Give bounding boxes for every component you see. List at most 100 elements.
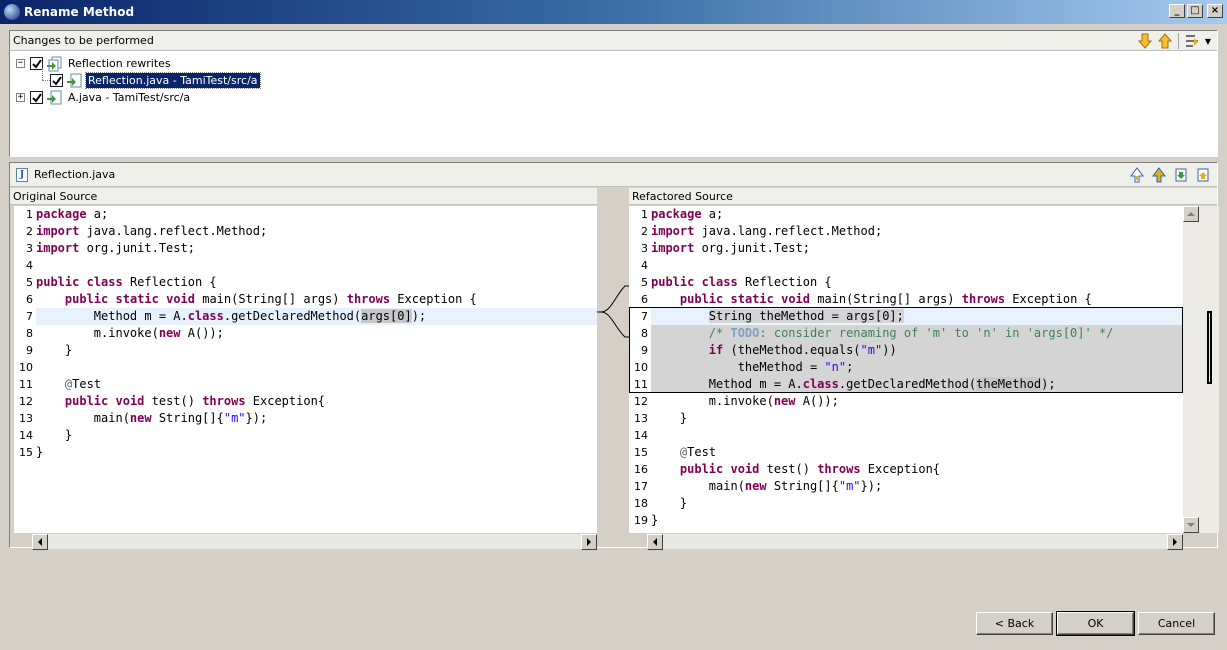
composite-change-icon [46, 56, 62, 72]
tree-item-label: Reflection.java - TamiTest/src/a [85, 72, 261, 89]
line-number: 11 [634, 378, 648, 391]
code-line: public static void main(String[] args) t… [64, 292, 477, 306]
next-difference-icon[interactable] [1173, 167, 1189, 183]
toolbar-separator [1177, 33, 1179, 49]
code-line: import java.lang.reflect.Method; [36, 224, 268, 238]
line-number: 14 [634, 429, 648, 442]
line-number: 5 [641, 276, 648, 289]
code-line: m.invoke(new A()); [36, 326, 224, 340]
tree-item-a-java[interactable]: + A.java - TamiTest/src/a [16, 89, 1217, 106]
compare-toolbar [1129, 167, 1211, 183]
code-line: /* TODO: consider renaming of 'm' to 'n'… [651, 325, 1183, 342]
code-line: } [36, 428, 73, 442]
minimize-button[interactable]: _ [1169, 4, 1185, 18]
line-number: 12 [634, 395, 648, 408]
line-number: 7 [26, 310, 33, 323]
code-line: Method m = A.class.getDeclaredMethod(arg… [36, 308, 597, 325]
original-source-editor[interactable]: 1 2 3 4 5 6 7 8 9 10 11 12 13 14 15 package a; import j… [14, 206, 597, 533]
line-number: 3 [26, 242, 33, 255]
java-file-icon: J [16, 167, 28, 182]
line-number-gutter: 1 2 3 4 5 6 7 8 9 10 11 12 13 14 15 [14, 206, 35, 533]
line-number: 11 [19, 378, 33, 391]
refactored-source-editor[interactable]: 1 2 3 4 5 6 7 8 9 10 11 12 13 14 15 16 17 18 19 package a;… [629, 206, 1183, 533]
tree-item-reflection-rewrites[interactable]: − Reflection rewrites [16, 55, 1217, 72]
window-title: Rename Method [24, 5, 135, 19]
copy-all-left-to-right-icon[interactable] [1129, 167, 1145, 183]
original-code-lines: package a; import java.lang.reflect.Metho… [36, 206, 597, 461]
expand-icon[interactable]: + [16, 93, 25, 102]
original-source-title: Original Source [10, 188, 597, 205]
code-line: } [651, 513, 659, 527]
back-button[interactable]: < Back [976, 612, 1053, 635]
line-number: 5 [26, 276, 33, 289]
scroll-left-icon[interactable] [647, 533, 663, 550]
code-line: } [651, 411, 688, 425]
code-line: import org.junit.Test; [651, 241, 810, 255]
line-number: 15 [634, 446, 648, 459]
line-number: 4 [641, 259, 648, 272]
refactored-code-lines: package a; import java.lang.reflect.Metho… [651, 206, 1183, 529]
line-number: 1 [26, 208, 33, 221]
scroll-up-icon[interactable] [1183, 206, 1199, 222]
line-number: 4 [26, 259, 33, 272]
code-line: m.invoke(new A()); [651, 394, 839, 408]
ok-button[interactable]: OK [1056, 611, 1135, 636]
code-line: } [36, 445, 44, 459]
code-line: main(new String[]{"m"}); [651, 479, 883, 493]
code-line: } [36, 343, 73, 357]
code-line: public void test() throws Exception{ [679, 462, 941, 476]
scroll-right-icon[interactable] [1167, 533, 1183, 550]
refactored-source-title: Refactored Source [629, 188, 1217, 205]
next-change-down-arrow-icon[interactable] [1137, 33, 1152, 49]
code-line: if (theMethod.equals("m")) [651, 342, 1183, 359]
compare-file-name: Reflection.java [34, 168, 116, 181]
maximize-button[interactable]: □ [1187, 4, 1203, 18]
checkbox-checked-icon[interactable] [50, 74, 63, 87]
code-line: public static void main(String[] args) t… [679, 292, 1092, 306]
tree-item-reflection-java[interactable]: Reflection.java - TamiTest/src/a [16, 68, 1217, 89]
collapse-icon[interactable]: − [16, 59, 25, 68]
code-line: public void test() throws Exception{ [64, 394, 326, 408]
changes-header: Changes to be performed ▼ [10, 31, 1217, 51]
code-line: main(new String[]{"m"}); [36, 411, 268, 425]
refactored-vertical-scrollbar[interactable] [1183, 206, 1199, 533]
cancel-button[interactable]: Cancel [1138, 612, 1215, 635]
scroll-down-icon[interactable] [1183, 517, 1199, 533]
tree-connector [42, 80, 50, 81]
checkbox-checked-icon[interactable] [30, 91, 43, 104]
overview-ruler-thumb[interactable] [1207, 311, 1212, 384]
view-menu-chevron-icon[interactable]: ▼ [1205, 37, 1211, 46]
line-number: 14 [19, 429, 33, 442]
diff-center-gutter [597, 188, 629, 533]
changes-panel: Changes to be performed ▼ − Reflection r… [9, 30, 1218, 157]
filter-icon[interactable] [1185, 33, 1199, 49]
tree-connector [42, 68, 43, 80]
scroll-right-icon[interactable] [581, 533, 597, 550]
file-change-icon [46, 90, 62, 106]
overview-ruler[interactable] [1199, 206, 1219, 533]
code-line: } [651, 496, 688, 510]
code-line: @Test [64, 377, 102, 391]
line-number: 12 [19, 395, 33, 408]
scroll-left-icon[interactable] [32, 533, 48, 550]
file-change-icon [66, 73, 82, 89]
close-button[interactable]: × [1207, 4, 1223, 18]
line-number: 7 [641, 310, 648, 323]
changes-header-label: Changes to be performed [13, 34, 154, 47]
code-line: public class Reflection { [651, 275, 832, 289]
line-number: 15 [19, 446, 33, 459]
changes-tree: − Reflection rewrites Reflection.java - … [10, 51, 1217, 106]
window-controls: _ □ × [1169, 4, 1223, 18]
previous-difference-icon[interactable] [1195, 167, 1211, 183]
tree-item-label: A.java - TamiTest/src/a [68, 91, 191, 104]
original-horizontal-scrollbar[interactable] [32, 533, 597, 550]
copy-current-change-icon[interactable] [1151, 167, 1167, 183]
previous-change-up-arrow-icon[interactable] [1157, 33, 1172, 49]
line-number: 10 [634, 361, 648, 374]
line-number: 1 [641, 208, 648, 221]
refactored-horizontal-scrollbar[interactable] [647, 533, 1183, 550]
line-number: 17 [634, 480, 648, 493]
